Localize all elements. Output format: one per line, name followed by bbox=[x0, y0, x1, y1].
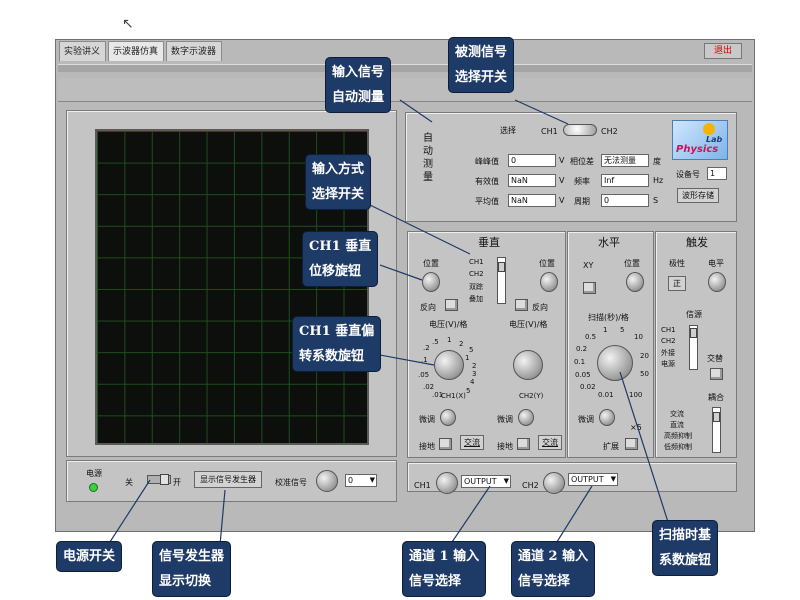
callout-power-switch: 电源开关 bbox=[56, 541, 123, 572]
leader-timebase bbox=[619, 371, 669, 523]
leader-measured-select bbox=[514, 99, 569, 125]
callout-line: 输入方式 bbox=[312, 162, 365, 177]
callout-line: CH1 垂直 bbox=[309, 239, 372, 254]
callout-line: 自动测量 bbox=[332, 90, 385, 105]
leader-ch2-input bbox=[554, 485, 593, 546]
callout-timebase-knob: 扫描时基 系数旋钮 bbox=[652, 520, 719, 576]
callout-line: 被测信号 bbox=[455, 45, 508, 60]
leader-ch1-vdef bbox=[379, 354, 435, 366]
callout-line: 信号选择 bbox=[409, 574, 462, 589]
callout-line: 信号发生器 bbox=[159, 549, 225, 564]
callout-measured-select: 被测信号 选择开关 bbox=[448, 37, 515, 93]
callout-ch2-input-select: 通道 2 输入 信号选择 bbox=[511, 541, 596, 597]
callout-leaders bbox=[107, 99, 669, 546]
callout-line: 电源开关 bbox=[63, 549, 116, 564]
callout-ch1-input-select: 通道 1 输入 信号选择 bbox=[402, 541, 487, 597]
callout-ch1-vertical-deflection: CH1 垂直偏 转系数旋钮 bbox=[292, 316, 382, 372]
callout-line: 系数旋钮 bbox=[659, 553, 712, 568]
callout-line: 转系数旋钮 bbox=[299, 349, 365, 364]
callout-line: 选择开关 bbox=[455, 70, 508, 85]
leader-siggen bbox=[219, 489, 226, 546]
leader-input-auto bbox=[399, 99, 433, 123]
callout-ch1-vertical-position: CH1 垂直 位移旋钮 bbox=[302, 231, 379, 287]
callout-input-mode: 输入方式 选择开关 bbox=[305, 154, 372, 210]
callout-line: 通道 1 输入 bbox=[409, 549, 480, 564]
callout-line: 显示切换 bbox=[159, 574, 212, 589]
callout-signal-generator: 信号发生器 显示切换 bbox=[152, 541, 232, 597]
leader-ch1-vpos bbox=[379, 264, 423, 281]
callout-line: 扫描时基 bbox=[659, 528, 712, 543]
leader-ch1-input bbox=[449, 485, 491, 546]
callout-line: 输入信号 bbox=[332, 65, 385, 80]
callout-line: 位移旋钮 bbox=[309, 264, 362, 279]
callout-line: 选择开关 bbox=[312, 187, 365, 202]
callout-line: 信号选择 bbox=[518, 574, 571, 589]
callout-input-auto-measure: 输入信号 自动测量 bbox=[325, 57, 392, 113]
callout-line: 通道 2 输入 bbox=[518, 549, 589, 564]
callout-line: CH1 垂直偏 bbox=[299, 324, 375, 339]
leader-input-mode bbox=[369, 204, 471, 255]
leader-power bbox=[107, 479, 151, 546]
